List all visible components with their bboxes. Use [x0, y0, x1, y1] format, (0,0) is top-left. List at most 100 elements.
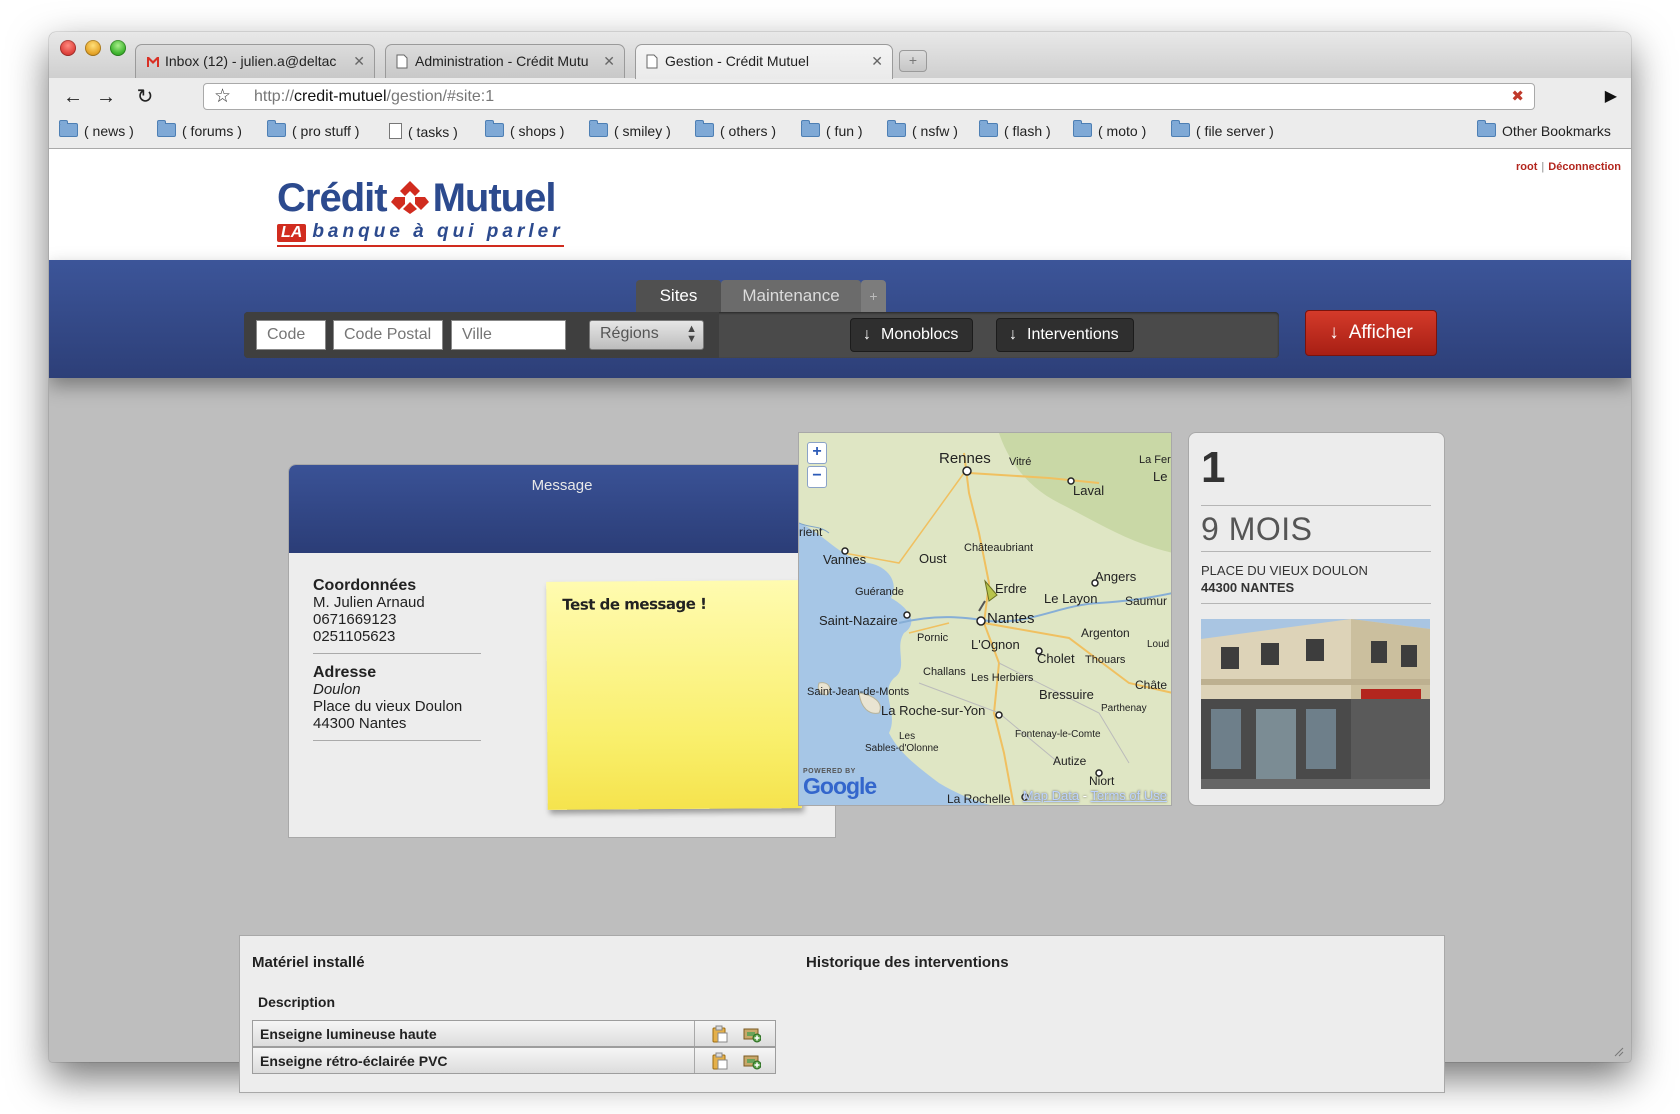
page-menu-icon[interactable]: ▶ — [1605, 86, 1617, 106]
folder-icon — [1171, 120, 1190, 137]
code-input[interactable] — [256, 320, 326, 350]
bookmark-folder[interactable]: ( fun ) — [801, 120, 863, 139]
city-input[interactable] — [451, 320, 566, 350]
contact-block: Coordonnées M. Julien Arnaud 0671669123 … — [313, 577, 481, 751]
user-link[interactable]: root — [1516, 161, 1537, 173]
monoblocs-button[interactable]: ↓ Monoblocs — [850, 318, 974, 352]
bookmark-label: Other Bookmarks — [1502, 123, 1611, 139]
bookmark-folder[interactable]: ( nsfw ) — [887, 120, 958, 139]
tab-sites[interactable]: Sites — [636, 280, 721, 312]
bookmark-label: ( flash ) — [1004, 123, 1051, 139]
bookmark-folder[interactable]: ( smiley ) — [589, 120, 671, 139]
regions-select[interactable]: Régions ▲ ▼ — [589, 320, 704, 350]
zoom-in-button[interactable]: + — [807, 442, 827, 464]
equipment-name: Enseigne lumineuse haute — [260, 1026, 437, 1042]
tab-title: Gestion - Crédit Mutuel — [665, 53, 809, 69]
clipboard-icon[interactable] — [711, 1025, 729, 1043]
clipboard-icon[interactable] — [711, 1052, 729, 1070]
divider — [1201, 505, 1431, 506]
close-window-button[interactable] — [60, 40, 76, 56]
map-terrain — [799, 433, 1171, 805]
contact-name: M. Julien Arnaud — [313, 594, 425, 611]
site-count: 1 — [1201, 443, 1226, 492]
bookmark-label: ( fun ) — [826, 123, 863, 139]
back-arrow-icon[interactable]: ← — [59, 84, 87, 110]
site-summary-panel: 1 9 MOIS PLACE DU VIEUX DOULON 44300 NAN… — [1188, 432, 1445, 806]
close-tab-icon[interactable]: ✕ — [871, 53, 883, 70]
other-bookmarks[interactable]: Other Bookmarks — [1477, 120, 1611, 139]
url-scheme: http:// — [254, 88, 295, 105]
divider — [1201, 603, 1431, 604]
browser-tab-inbox[interactable]: Inbox (12) - julien.a@deltac ✕ — [135, 44, 375, 78]
folder-icon — [485, 120, 504, 137]
tab-maintenance[interactable]: Maintenance — [721, 280, 861, 312]
select-arrows-icon: ▲ ▼ — [686, 323, 697, 345]
bookmark-folder[interactable]: ( shops ) — [485, 120, 564, 139]
equipment-name: Enseigne rétro-éclairée PVC — [260, 1053, 448, 1069]
close-tab-icon[interactable]: ✕ — [603, 53, 615, 70]
interventions-button[interactable]: ↓ Interventions — [996, 318, 1134, 352]
sticky-note[interactable]: Test de message ! — [546, 580, 802, 810]
bookmark-folder[interactable]: ( forums ) — [157, 120, 242, 139]
contact-phone-fixed: 0251105623 — [313, 628, 396, 645]
divider — [1201, 551, 1431, 552]
browser-toolbar: ← → ↻ ☆ http://credit-mutuel/gestion/#si… — [49, 78, 1631, 116]
add-hardware-icon[interactable] — [743, 1025, 762, 1043]
bookmark-label: ( tasks ) — [408, 124, 458, 140]
bookmark-page[interactable]: ( tasks ) — [389, 123, 458, 140]
credit-mutuel-logo[interactable]: Crédit Mutuel LA banque à qui parler — [277, 177, 564, 247]
maximize-window-button[interactable] — [110, 40, 126, 56]
browser-tab-gestion[interactable]: Gestion - Crédit Mutuel ✕ — [635, 44, 893, 79]
address-bar[interactable]: ☆ http://credit-mutuel/gestion/#site:1 ✖ — [203, 83, 1535, 110]
resize-grip-icon[interactable] — [1612, 1045, 1624, 1057]
new-tab-button[interactable]: + — [899, 50, 927, 72]
site-address-street: PLACE DU VIEUX DOULON — [1201, 563, 1368, 578]
bookmark-folder[interactable]: ( file server ) — [1171, 120, 1274, 139]
terms-of-use-link[interactable]: Terms of Use — [1090, 788, 1167, 803]
logout-link[interactable]: Déconnection — [1548, 161, 1621, 173]
bookmark-folder[interactable]: ( others ) — [695, 120, 777, 139]
page-icon — [389, 123, 402, 139]
close-tab-icon[interactable]: ✕ — [353, 53, 365, 70]
forward-arrow-icon[interactable]: → — [92, 84, 120, 110]
navigation-band: Sites Maintenance + Régions ▲▼ ↓ Monoblocs… — [49, 260, 1631, 378]
map-footer: Map Data - Terms of Use — [1022, 788, 1167, 803]
user-links: root | Déconnection — [1516, 161, 1621, 173]
table-row[interactable]: Enseigne rétro-éclairée PVC — [252, 1047, 776, 1074]
zoom-out-button[interactable]: − — [807, 466, 827, 488]
bookmark-label: ( news ) — [84, 123, 134, 139]
afficher-button[interactable]: ↓ Afficher — [1305, 310, 1437, 356]
map-data-link[interactable]: Map Data — [1023, 788, 1079, 803]
add-hardware-icon[interactable] — [743, 1052, 762, 1070]
gmail-icon — [146, 55, 160, 71]
folder-icon — [157, 120, 176, 137]
bookmark-folder[interactable]: ( pro stuff ) — [267, 120, 359, 139]
browser-tab-administration[interactable]: Administration - Crédit Mutu ✕ — [385, 44, 625, 78]
google-map[interactable]: + − Rennes Vitré La Fer Le Laval rient V… — [798, 432, 1172, 806]
filter-bar: Régions ▲▼ ↓ Monoblocs ↓ Interventions — [244, 312, 1279, 358]
folder-icon — [589, 120, 608, 137]
url-host: credit-mutuel — [294, 88, 387, 105]
reload-icon[interactable]: ↻ — [131, 84, 159, 110]
bookmark-folder[interactable]: ( moto ) — [1073, 120, 1146, 139]
bookmark-star-icon[interactable]: ☆ — [214, 84, 231, 109]
folder-icon — [1073, 120, 1092, 137]
button-label: Interventions — [1027, 326, 1119, 343]
bookmark-folder[interactable]: ( flash ) — [979, 120, 1051, 139]
message-panel: Message Coordonnées M. Julien Arnaud 067… — [288, 464, 836, 838]
cookie-blocked-icon[interactable]: ✖ — [1511, 84, 1524, 109]
arrow-down-icon: ↓ — [1329, 322, 1339, 343]
postal-code-input[interactable] — [333, 320, 443, 350]
table-row[interactable]: Enseigne lumineuse haute — [252, 1020, 776, 1047]
tab-title: Administration - Crédit Mutu — [415, 53, 589, 69]
bookmark-label: ( others ) — [720, 123, 777, 139]
bookmark-folder[interactable]: ( news ) — [59, 120, 134, 139]
divider — [313, 653, 481, 654]
equipment-title: Matériel installé — [252, 954, 365, 971]
tab-add[interactable]: + — [861, 280, 886, 312]
logo-word-mutuel: Mutuel — [432, 176, 557, 220]
site-address-city: 44300 NANTES — [1201, 580, 1295, 595]
divider — [313, 740, 481, 741]
minimize-window-button[interactable] — [85, 40, 101, 56]
folder-icon — [1477, 120, 1496, 137]
